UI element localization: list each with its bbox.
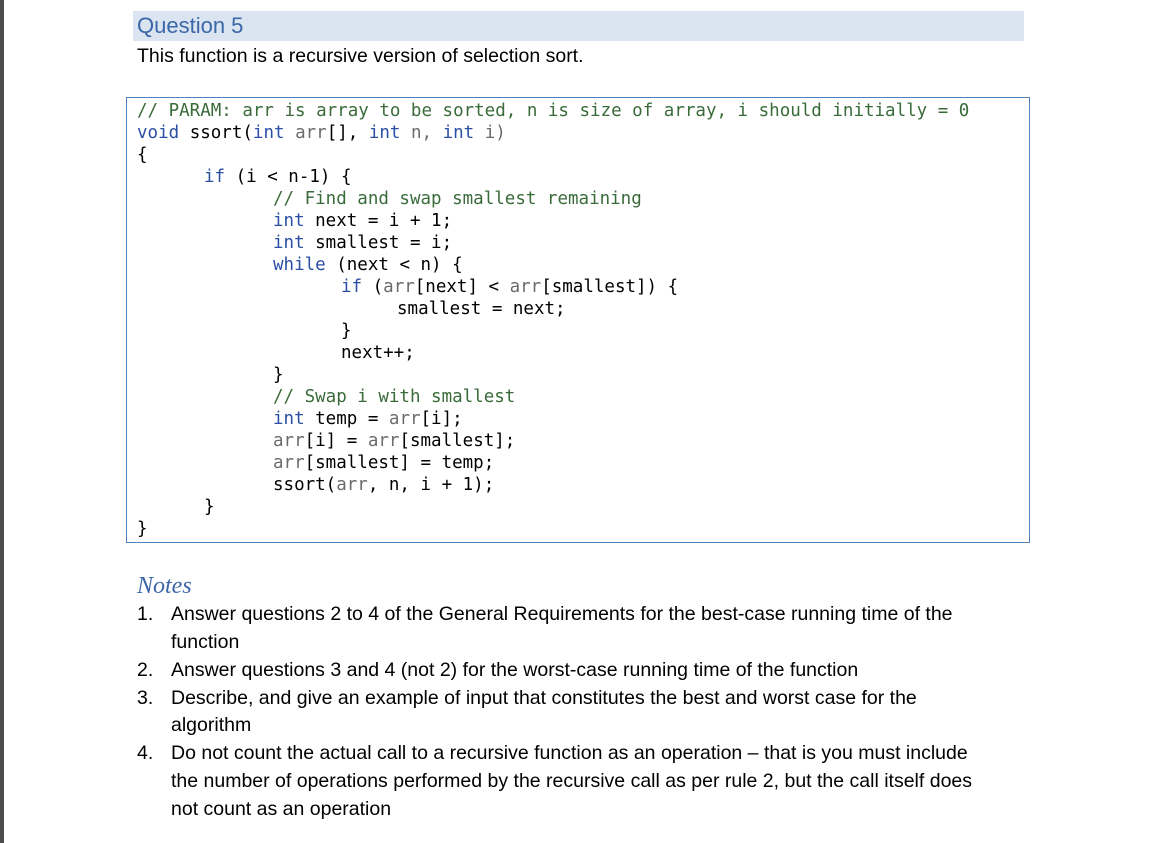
code-line: while (next < n) { bbox=[273, 254, 463, 276]
code-brace: } bbox=[341, 321, 352, 341]
question-heading: Question 5 bbox=[137, 13, 244, 38]
code-line: int temp = arr[i]; bbox=[273, 408, 463, 430]
code-text: next++; bbox=[341, 343, 415, 363]
code-comment: // PARAM: arr is array to be sorted, n i… bbox=[137, 101, 970, 121]
code-text: ( bbox=[362, 277, 384, 297]
note-text: function bbox=[171, 631, 240, 653]
code-line: int smallest = i; bbox=[273, 232, 452, 254]
note-number: 3. bbox=[137, 687, 154, 709]
note-text: not count as an operation bbox=[171, 798, 392, 820]
code-identifier: arr bbox=[388, 409, 421, 429]
note-text: Describe, and give an example of input t… bbox=[171, 687, 917, 709]
code-identifier: arr bbox=[284, 123, 327, 143]
code-line: if (i < n-1) { bbox=[204, 166, 352, 188]
code-keyword: if bbox=[341, 277, 363, 297]
code-line: if (arr[next] < arr[smallest]) { bbox=[341, 276, 678, 298]
code-line: // PARAM: arr is array to be sorted, n i… bbox=[137, 100, 969, 122]
code-keyword: int bbox=[273, 211, 305, 231]
code-line: // Find and swap smallest remaining bbox=[273, 188, 642, 210]
code-line: arr[smallest] = temp; bbox=[273, 452, 494, 474]
code-text: [smallest]) { bbox=[541, 277, 679, 297]
code-block bbox=[126, 97, 1030, 543]
code-brace: } bbox=[273, 365, 284, 385]
code-comment: // Swap i with smallest bbox=[273, 387, 516, 407]
note-text: algorithm bbox=[171, 714, 252, 736]
code-brace: } bbox=[204, 497, 215, 517]
note-number: 2. bbox=[137, 659, 154, 681]
code-line: arr[i] = arr[smallest]; bbox=[273, 430, 515, 452]
page-edge bbox=[0, 0, 4, 843]
code-identifier: arr bbox=[273, 453, 305, 473]
code-text: temp = bbox=[304, 409, 389, 429]
code-line: smallest = next; bbox=[397, 298, 566, 320]
code-line: ssort(arr, n, i + 1); bbox=[273, 474, 494, 496]
code-text: smallest = next; bbox=[397, 299, 566, 319]
note-number: 4. bbox=[137, 742, 154, 764]
code-keyword: while bbox=[273, 255, 326, 275]
code-keyword: int bbox=[442, 123, 475, 143]
code-line: void ssort(int arr[], int n, int i) bbox=[137, 122, 506, 144]
code-text: ssort( bbox=[179, 123, 253, 143]
code-text: (next < n) { bbox=[325, 255, 463, 275]
code-keyword: int bbox=[273, 233, 305, 253]
code-line: { bbox=[137, 144, 148, 166]
intro-text: This function is a recursive version of … bbox=[137, 45, 584, 67]
code-line: next++; bbox=[341, 342, 415, 364]
note-text: Answer questions 2 to 4 of the General R… bbox=[171, 603, 953, 625]
code-keyword: if bbox=[204, 167, 226, 187]
code-brace: { bbox=[137, 145, 148, 165]
code-keyword: void bbox=[137, 123, 180, 143]
code-identifier: arr bbox=[336, 475, 368, 495]
code-line: } bbox=[137, 518, 148, 540]
code-identifier: n, bbox=[400, 123, 443, 143]
code-keyword: int bbox=[368, 123, 401, 143]
note-number: 1. bbox=[137, 603, 154, 625]
code-identifier: arr bbox=[383, 277, 415, 297]
code-identifier: arr bbox=[273, 431, 305, 451]
code-text: [smallest] = temp; bbox=[304, 453, 495, 473]
code-text: [next] < bbox=[414, 277, 510, 297]
code-line: int next = i + 1; bbox=[273, 210, 452, 232]
code-line: } bbox=[341, 320, 352, 342]
code-comment: // Find and swap smallest remaining bbox=[273, 189, 642, 209]
code-text: next = i + 1; bbox=[304, 211, 453, 231]
code-text: , n, i + 1); bbox=[367, 475, 495, 495]
code-text: [], bbox=[326, 123, 369, 143]
code-text: (i < n-1) { bbox=[225, 167, 352, 187]
code-text: ssort( bbox=[273, 475, 337, 495]
code-identifier: arr bbox=[509, 277, 542, 297]
heading-bar bbox=[133, 11, 1024, 41]
code-identifier: i) bbox=[474, 123, 506, 143]
note-text: Answer questions 3 and 4 (not 2) for the… bbox=[171, 659, 859, 681]
code-text: smallest = i; bbox=[304, 233, 453, 253]
code-text: [i]; bbox=[420, 409, 463, 429]
code-identifier: arr bbox=[367, 431, 400, 451]
code-line: } bbox=[204, 496, 215, 518]
code-line: // Swap i with smallest bbox=[273, 386, 515, 408]
code-text: [smallest]; bbox=[399, 431, 516, 451]
note-text: the number of operations performed by th… bbox=[171, 770, 973, 792]
code-keyword: int bbox=[273, 409, 305, 429]
code-brace: } bbox=[137, 519, 148, 539]
code-text: [i] = bbox=[304, 431, 368, 451]
notes-title: Notes bbox=[137, 573, 192, 599]
code-line: } bbox=[273, 364, 284, 386]
code-keyword: int bbox=[252, 123, 285, 143]
note-text: Do not count the actual call to a recurs… bbox=[171, 742, 968, 764]
